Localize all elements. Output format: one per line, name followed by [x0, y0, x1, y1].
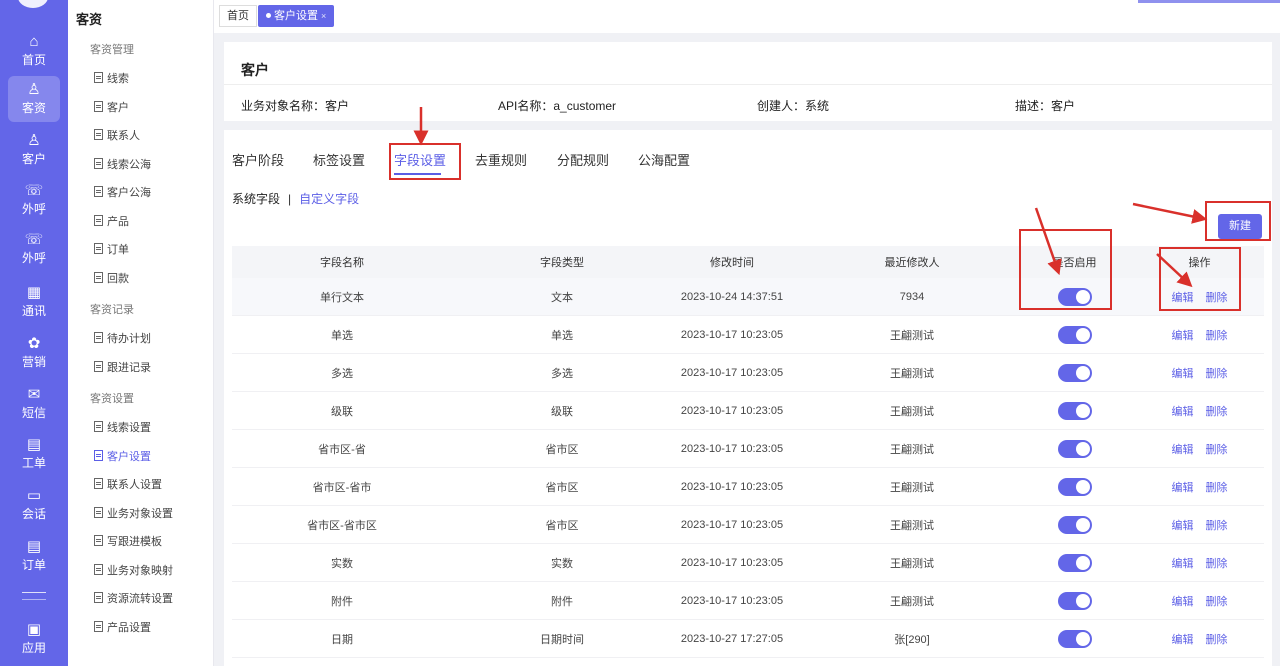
arrow-icon: [1034, 207, 1062, 276]
annotation-arrows: [413, 107, 1208, 288]
arrow-icon: [1132, 202, 1208, 224]
arrow-icon: [1156, 253, 1193, 288]
